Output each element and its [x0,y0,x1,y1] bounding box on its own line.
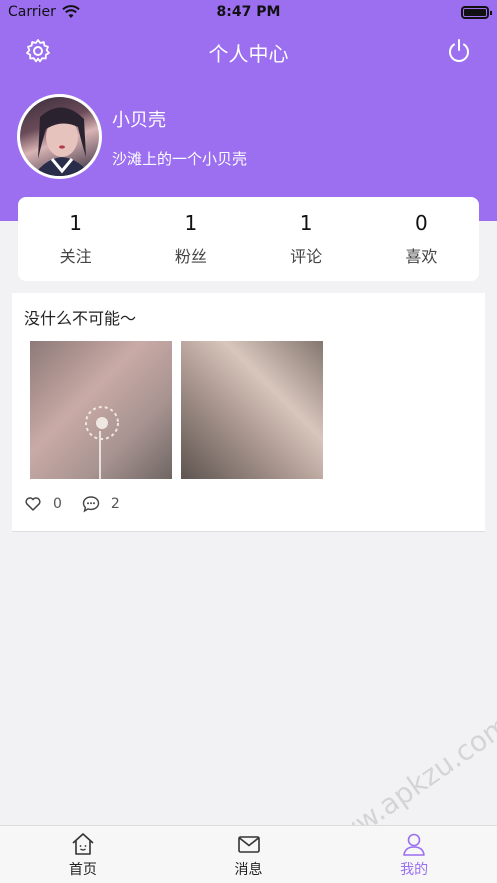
avatar-image [33,107,92,176]
tab-label: 消息 [234,861,263,878]
user-bio: 沙滩上的一个小贝壳 [112,150,248,168]
stats-card: 1 关注 1 粉丝 1 评论 0 喜欢 [18,197,479,281]
tab-profile[interactable]: 我的 [331,826,497,883]
page-title: 个人中心 [208,42,289,66]
flower-image [85,406,119,479]
logout-button[interactable] [445,37,473,65]
stat-value: 1 [184,211,198,235]
stat-value: 0 [415,211,428,235]
avatar[interactable] [17,94,102,179]
comment-icon [82,496,100,513]
status-bar: Carrier 8:47 PM [0,0,497,26]
post-image[interactable] [30,341,172,479]
post-actions: 0 2 [24,495,120,513]
power-icon [449,39,469,62]
like-count: 0 [53,496,62,512]
comment-button[interactable]: 2 [82,495,120,513]
battery-icon [461,6,492,19]
tab-label: 我的 [400,861,429,878]
tab-bar: 首页 消息 我的 [0,825,497,883]
stat-followers[interactable]: 1 粉丝 [133,197,248,281]
stat-label: 粉丝 [174,247,207,266]
user-icon [403,833,425,856]
username: 小贝壳 [112,110,166,131]
stat-label: 关注 [59,247,92,266]
stat-value: 1 [299,211,313,235]
mail-icon [237,835,260,853]
stat-label: 喜欢 [405,247,438,266]
profile-header: 个人中心 小贝壳 沙滩上的一个小贝壳 [0,26,497,221]
stat-value: 1 [69,211,82,235]
home-icon [72,832,94,855]
comment-count: 2 [110,496,120,512]
post-card[interactable]: 没什么不可能～ 0 2 [12,293,485,532]
status-time: 8:47 PM [216,4,281,20]
stat-likes[interactable]: 0 喜欢 [364,197,479,281]
stat-following[interactable]: 1 关注 [18,197,133,281]
post-image[interactable] [181,341,323,479]
stat-comments[interactable]: 1 评论 [249,197,364,281]
heart-icon [25,497,41,511]
tab-home[interactable]: 首页 [0,826,166,883]
post-text: 没什么不可能～ [24,309,137,328]
like-button[interactable]: 0 [24,495,62,513]
tab-messages[interactable]: 消息 [166,826,332,883]
stat-label: 评论 [290,247,323,266]
tab-label: 首页 [68,861,97,878]
